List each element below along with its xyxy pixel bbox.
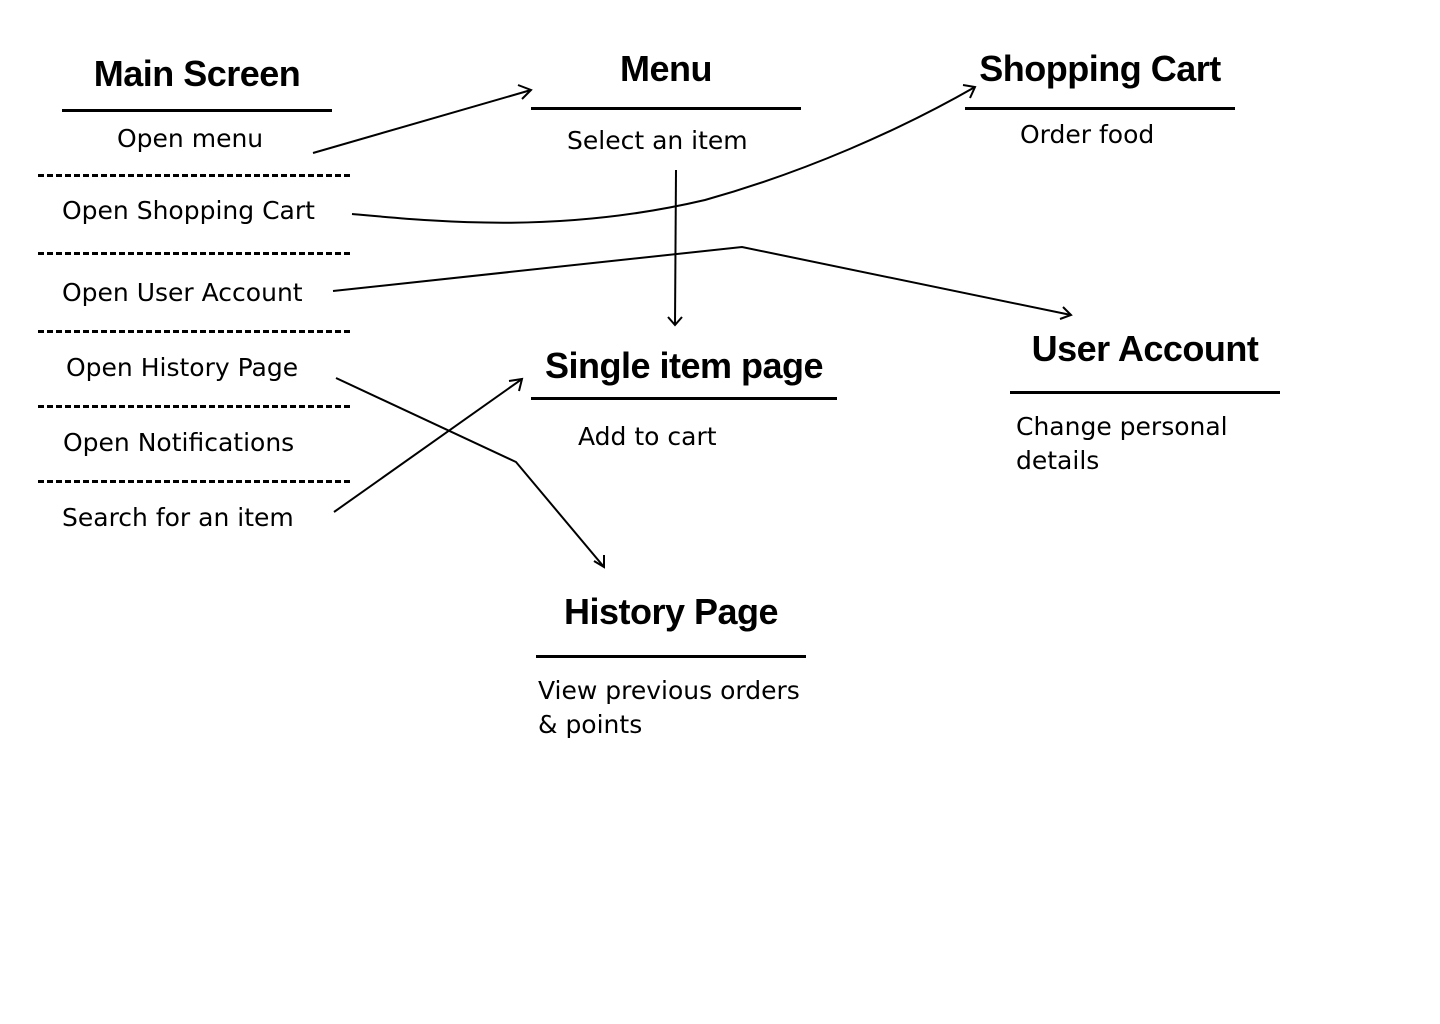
arrow-open-menu-to-menu: [312, 89, 532, 154]
connector-layer: [312, 84, 1073, 569]
arrow-select-item-to-single-item-page: [674, 169, 677, 326]
flow-diagram: Main Screen Open menu Open Shopping Cart…: [0, 0, 1440, 1024]
arrow-open-user-account-to-user-account: [332, 245, 1072, 316]
arrow-open-history-page-to-history-page: [335, 377, 605, 568]
arrow-search-item-to-single-item-page: [333, 378, 523, 513]
arrow-open-shopping-cart-to-shopping-cart: [351, 86, 976, 224]
